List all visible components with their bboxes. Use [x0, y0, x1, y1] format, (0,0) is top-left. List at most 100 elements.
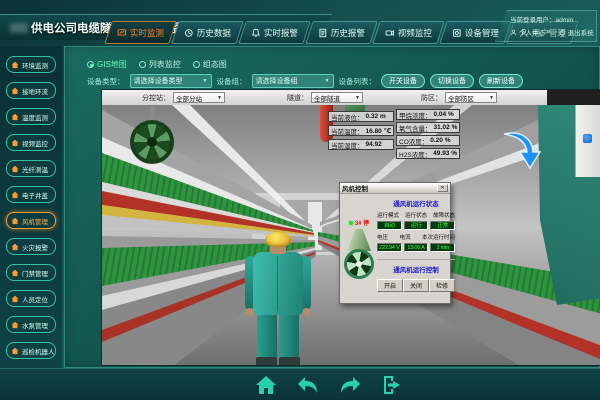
- fan-control-title: 通风机运行控制: [377, 259, 455, 274]
- tab-realtime-alarm[interactable]: 实时报警: [238, 21, 310, 44]
- tab-history-data[interactable]: 历史数据: [171, 21, 243, 44]
- logout-link[interactable]: 退出系统: [559, 27, 594, 37]
- sidebar-item-label: 温度监测: [22, 112, 48, 122]
- telemetry-box: 氧气含量：31.02 %: [396, 122, 460, 133]
- power-icon: [559, 29, 566, 36]
- sidebar-item[interactable]: 巡检机器人: [6, 342, 56, 359]
- metric-value: 13.06 A: [404, 243, 429, 252]
- chevron-down-icon: ▼: [325, 78, 330, 84]
- device-list-button[interactable]: 切换设备: [430, 74, 474, 88]
- device-list-button[interactable]: 开关设备: [381, 74, 425, 88]
- realtime-monitor-icon: [117, 28, 127, 38]
- redacted-company-name: [10, 23, 28, 33]
- tab-label: 视频监控: [398, 27, 432, 39]
- chevron-down-icon: ▼: [489, 95, 494, 101]
- footer-bar: [0, 368, 600, 400]
- video-monitor-icon: [385, 28, 395, 38]
- sidebar-item-label: 火灾报警: [22, 242, 48, 252]
- sidebar-item[interactable]: 水泵管理: [6, 316, 56, 333]
- fan-tag: 3# 停: [355, 218, 369, 227]
- device-list-label: 设备列表：: [339, 76, 377, 87]
- tab-label: 设备管理: [465, 27, 499, 39]
- fan-status-title: 通风机运行状态: [377, 198, 455, 208]
- device-type-label: 设备类型：: [87, 76, 125, 87]
- dialog-titlebar[interactable]: 风机控制 ✕: [340, 183, 450, 194]
- station-select[interactable]: 全部分站▼: [173, 92, 225, 103]
- device-list-button[interactable]: 刷新设备: [479, 74, 523, 88]
- dialog-title: 风机控制: [342, 183, 368, 193]
- fan-duct-graphic: [347, 229, 371, 251]
- sidebar-item[interactable]: 环境监测: [6, 56, 56, 73]
- sidebar-item[interactable]: 火灾报警: [6, 238, 56, 255]
- worker-hand: [302, 308, 310, 316]
- telemetry-box: H2S浓度：49.93 %: [396, 148, 460, 159]
- status-value: 正常: [430, 221, 455, 230]
- house-icon: [11, 217, 19, 225]
- tunnel-select[interactable]: 全部隧道▼: [311, 92, 363, 103]
- sidebar-item[interactable]: 人员定位: [6, 290, 56, 307]
- metric-value: 222.94 V: [377, 243, 402, 252]
- house-icon: [11, 243, 19, 251]
- zone-select[interactable]: 全部防区▼: [445, 92, 497, 103]
- sidebar-item-label: 接地环流: [22, 86, 48, 96]
- sidebar-item[interactable]: 温度监测: [6, 108, 56, 125]
- tunnel-3d-view[interactable]: 当前液位：0.32 m当前温度：16.80 ℃当前湿度：94.92 甲烷浓度：0…: [101, 89, 600, 366]
- sidebar-item[interactable]: 接地环流: [6, 82, 56, 99]
- telemetry-box: 当前液位：0.32 m: [328, 111, 394, 122]
- sidebar-item-label: 电子井盖: [22, 190, 48, 200]
- main-panel: GIS地图 列表监控 组态图 设备类型： 请选择设备类型▼ 设备组： 请选择设备…: [64, 46, 600, 368]
- sidebar-item-label: 风机管理: [22, 216, 48, 226]
- sidebar-item[interactable]: 风机管理: [6, 212, 56, 229]
- status-label: 故障状态: [433, 211, 455, 219]
- history-alarm-icon: [318, 28, 328, 38]
- worker-boot: [279, 357, 300, 366]
- telemetry-column-left: 当前液位：0.32 m当前温度：16.80 ℃当前湿度：94.92: [328, 111, 394, 150]
- status-led: [349, 221, 353, 225]
- worker-leg: [257, 313, 277, 359]
- view-mode-group: GIS地图 列表监控 组态图: [87, 59, 227, 70]
- undo-icon[interactable]: [296, 373, 320, 397]
- chevron-down-icon: ∨: [547, 29, 551, 35]
- chevron-down-icon: ▼: [217, 95, 222, 101]
- tab-video-monitor[interactable]: 视频监控: [372, 21, 444, 44]
- house-icon: [11, 87, 19, 95]
- house-icon: [11, 321, 19, 329]
- exit-icon[interactable]: [380, 373, 404, 397]
- sidebar-item-label: 巡检机器人: [22, 346, 55, 356]
- tab-label: 历史数据: [197, 27, 231, 39]
- radio-list-monitor[interactable]: 列表监控: [139, 59, 181, 70]
- house-icon: [11, 269, 19, 277]
- sidebar-item-label: 人员定位: [22, 294, 48, 304]
- house-icon: [11, 191, 19, 199]
- fan-control-button[interactable]: 开启: [377, 279, 403, 292]
- radio-scada-view[interactable]: 组态图: [193, 59, 227, 70]
- profile-link[interactable]: 个人中心 ∨: [510, 27, 551, 37]
- worker-figure: [248, 232, 308, 366]
- radio-icon: [193, 61, 200, 68]
- house-icon: [11, 113, 19, 121]
- sidebar-item[interactable]: 光纤测温: [6, 160, 56, 177]
- station-label: 分控站：: [142, 93, 170, 103]
- tab-realtime-monitor[interactable]: 实时监测: [104, 21, 176, 44]
- device-group-select[interactable]: 请选择设备组▼: [252, 74, 334, 88]
- fan-control-button[interactable]: 检修: [429, 279, 455, 292]
- radio-gis-map[interactable]: GIS地图: [87, 59, 127, 70]
- status-value: 运行: [404, 221, 429, 230]
- fan-control-dialog: 风机控制 ✕ 3# 停 通风机运行状态 运行模式运行状态故障状态 自动运行正常 …: [339, 182, 451, 304]
- fan-graphic: [344, 249, 374, 279]
- sidebar-item[interactable]: 门禁管理: [6, 264, 56, 281]
- user-panel: 当前登录用户：admin 个人中心 ∨ 退出系统: [495, 10, 597, 42]
- direction-arrow-icon: [498, 126, 544, 172]
- tab-history-alarm[interactable]: 历史报警: [305, 21, 377, 44]
- home-icon[interactable]: [254, 373, 278, 397]
- sidebar-item[interactable]: 电子井盖: [6, 186, 56, 203]
- fan-control-button[interactable]: 关闭: [403, 279, 429, 292]
- worker-torso: [253, 252, 303, 315]
- close-icon[interactable]: ✕: [437, 184, 448, 192]
- device-type-select[interactable]: 请选择设备类型▼: [130, 74, 212, 88]
- redo-icon[interactable]: [338, 373, 362, 397]
- sidebar-item[interactable]: 视频监控: [6, 134, 56, 151]
- fan-blades: [130, 120, 174, 164]
- status-label: 运行模式: [377, 211, 399, 219]
- radio-icon: [87, 61, 94, 68]
